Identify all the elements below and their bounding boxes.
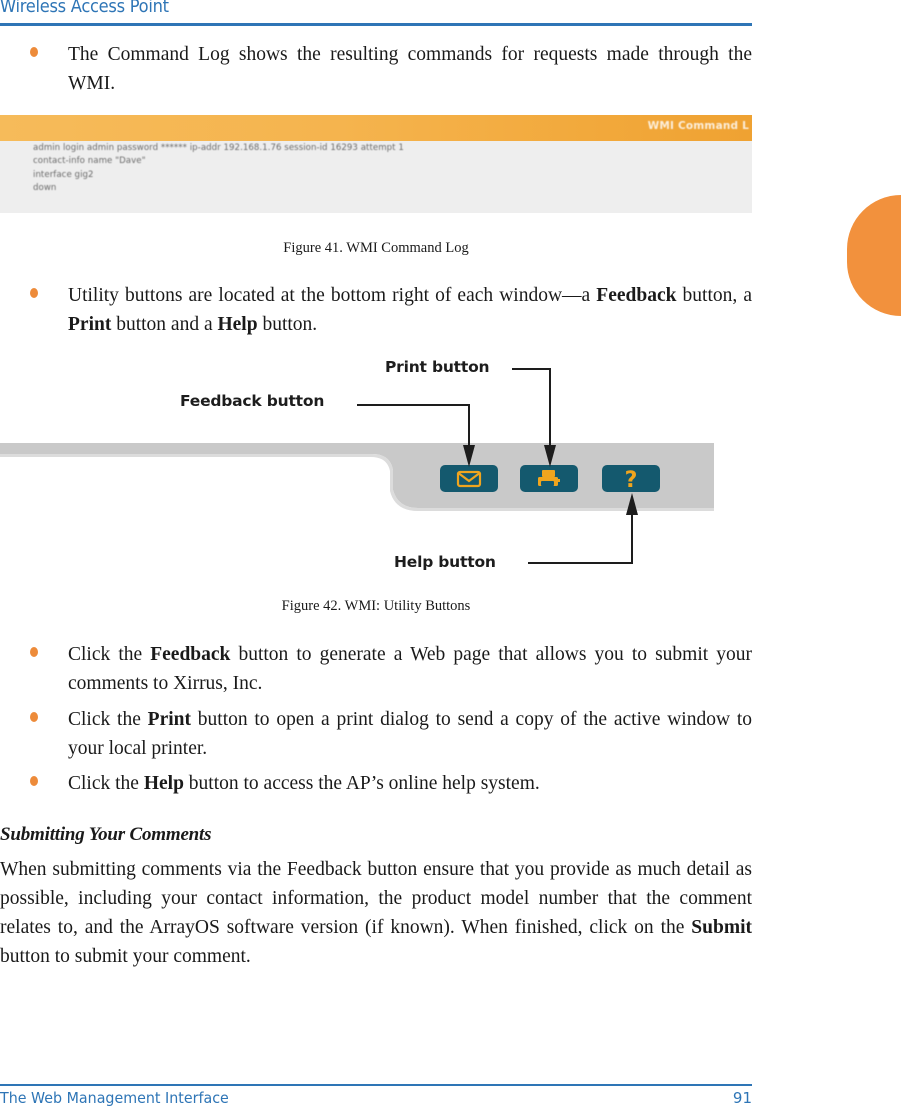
figure-41-caption: Figure 41. WMI Command Log xyxy=(283,240,469,256)
bullet-bold-help: Help xyxy=(217,314,258,335)
figure-42-graphic: ? xyxy=(0,368,714,564)
footer-divider xyxy=(0,1084,752,1086)
bullet-bold-print: Print xyxy=(68,314,112,335)
page-header: Wireless Access Point xyxy=(0,0,752,28)
bullet-text-part: button and a xyxy=(111,314,218,335)
paragraph-bold-submit: Submit xyxy=(691,917,752,938)
bullet-text-part: button, a xyxy=(676,285,753,306)
bullet-text-part: Click the xyxy=(68,644,151,665)
command-log-text: admin login admin password ****** ip-add… xyxy=(33,143,404,194)
list-item: Click the Feedback button to generate a … xyxy=(30,640,752,698)
bullet-bold: Feedback xyxy=(150,644,231,665)
list-item: Click the Help button to access the AP’s… xyxy=(30,769,752,798)
bullet-text: Click the Help button to access the AP’s… xyxy=(68,769,752,798)
section-paragraph: When submitting comments via the Feedbac… xyxy=(0,855,752,971)
figure-42-caption: Figure 42. WMI: Utility Buttons xyxy=(281,598,471,614)
bullet-text-part: button. xyxy=(257,314,318,335)
list-item: Click the Print button to open a print d… xyxy=(30,705,752,763)
bullet-dot-icon xyxy=(30,647,38,657)
section-heading: Submitting Your Comments xyxy=(0,824,212,845)
bullet-dot-icon xyxy=(30,288,38,298)
footer-page-number: 91 xyxy=(732,1089,752,1107)
list-item: Utility buttons are located at the botto… xyxy=(30,281,752,339)
paragraph-part: button to submit your comment. xyxy=(0,946,251,967)
bullet-text: Click the Feedback button to generate a … xyxy=(68,640,752,698)
bullet-dot-icon xyxy=(30,776,38,786)
bullet-bold: Print xyxy=(147,709,191,730)
bullet-bold: Help xyxy=(143,773,184,794)
bullet-text: The Command Log shows the resulting comm… xyxy=(68,44,752,94)
paragraph-part: When submitting comments via the Feedbac… xyxy=(0,859,752,938)
orange-edge-tab xyxy=(847,195,901,316)
bullet-text-part: Utility buttons are located at the botto… xyxy=(68,285,597,306)
print-button-graphic xyxy=(520,465,578,492)
figure-41-screenshot: WMI Command L admin login admin password… xyxy=(0,115,752,213)
svg-text:?: ? xyxy=(625,468,638,493)
feedback-button-graphic xyxy=(440,465,498,492)
bullet-text-part: Click the xyxy=(68,709,148,730)
wmi-window-title: WMI Command L xyxy=(647,120,749,132)
footer-chapter-title: The Web Management Interface xyxy=(0,1089,229,1107)
page-title: Wireless Access Point xyxy=(0,0,169,17)
wmi-window-titlebar: WMI Command L xyxy=(0,115,752,141)
list-item: The Command Log shows the resulting comm… xyxy=(30,40,752,98)
bullet-text: Click the Print button to open a print d… xyxy=(68,705,752,763)
help-button-graphic: ? xyxy=(602,465,660,493)
bullet-dot-icon xyxy=(30,47,38,57)
header-divider xyxy=(0,23,752,26)
figure-42-diagram: Print button Feedback button Help button… xyxy=(0,350,760,590)
bullet-bold-feedback: Feedback xyxy=(596,285,677,306)
bullet-text-part: Click the xyxy=(68,773,144,794)
bullet-text-part: button to access the AP’s online help sy… xyxy=(183,773,540,794)
bullet-text: Utility buttons are located at the botto… xyxy=(68,281,752,339)
bullet-dot-icon xyxy=(30,712,38,722)
